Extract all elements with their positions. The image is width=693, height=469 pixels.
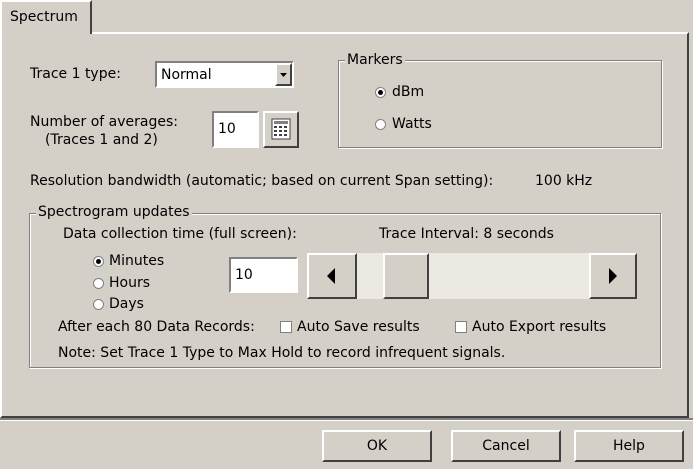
slider-right-button[interactable]	[589, 253, 637, 299]
averages-value: 10	[218, 121, 236, 137]
cancel-button[interactable]: Cancel	[451, 430, 561, 462]
resolution-label: Resolution bandwidth (automatic; based o…	[30, 173, 494, 189]
radio-days[interactable]	[93, 299, 104, 310]
collection-time-label: Data collection time (full screen):	[63, 226, 297, 242]
auto-export-checkbox[interactable]	[455, 321, 467, 333]
collection-time-input[interactable]: 10	[229, 257, 298, 293]
trace-type-value: Normal	[161, 67, 212, 83]
averages-label: Number of averages:	[30, 114, 178, 130]
keypad-icon	[271, 118, 291, 140]
auto-save-label: Auto Save results	[297, 319, 420, 335]
spectrogram-title: Spectrogram updates	[36, 203, 192, 221]
radio-minutes-label: Minutes	[109, 253, 165, 269]
radio-hours-label: Hours	[109, 275, 151, 291]
chevron-down-icon	[280, 73, 287, 77]
tab-label: Spectrum	[10, 9, 78, 25]
radio-minutes[interactable]	[93, 256, 104, 267]
trace-type-dropdown-button[interactable]	[275, 63, 292, 86]
auto-save-checkbox[interactable]	[280, 321, 292, 333]
note-text: Note: Set Trace 1 Type to Max Hold to re…	[58, 345, 506, 361]
arrow-right-icon	[609, 268, 617, 284]
radio-hours[interactable]	[93, 278, 104, 289]
collection-time-value: 10	[235, 267, 253, 283]
slider-left-button[interactable]	[307, 253, 357, 299]
averages-input[interactable]: 10	[212, 111, 259, 148]
slider-thumb[interactable]	[383, 253, 430, 299]
trace-type-select[interactable]: Normal	[155, 61, 294, 88]
help-button[interactable]: Help	[574, 430, 684, 462]
arrow-left-icon	[327, 268, 335, 284]
auto-export-label: Auto Export results	[472, 319, 607, 335]
radio-watts-label: Watts	[392, 116, 432, 132]
radio-days-label: Days	[109, 296, 144, 312]
trace-interval-text: Trace Interval: 8 seconds	[379, 226, 554, 242]
markers-group	[338, 60, 662, 148]
resolution-value: 100 kHz	[535, 173, 593, 189]
tab-spectrum[interactable]: Spectrum	[0, 0, 92, 34]
markers-title: Markers	[345, 51, 405, 69]
radio-watts[interactable]	[375, 119, 386, 130]
records-label: After each 80 Data Records:	[58, 319, 255, 335]
averages-keypad-button[interactable]	[263, 111, 299, 148]
radio-dbm-label: dBm	[392, 84, 425, 100]
interval-slider[interactable]	[307, 253, 637, 299]
radio-dbm[interactable]	[375, 87, 386, 98]
bottom-divider-highlight	[0, 420, 693, 421]
trace-type-label: Trace 1 type:	[30, 66, 121, 82]
averages-sublabel: (Traces 1 and 2)	[45, 132, 158, 148]
ok-button[interactable]: OK	[322, 430, 432, 462]
